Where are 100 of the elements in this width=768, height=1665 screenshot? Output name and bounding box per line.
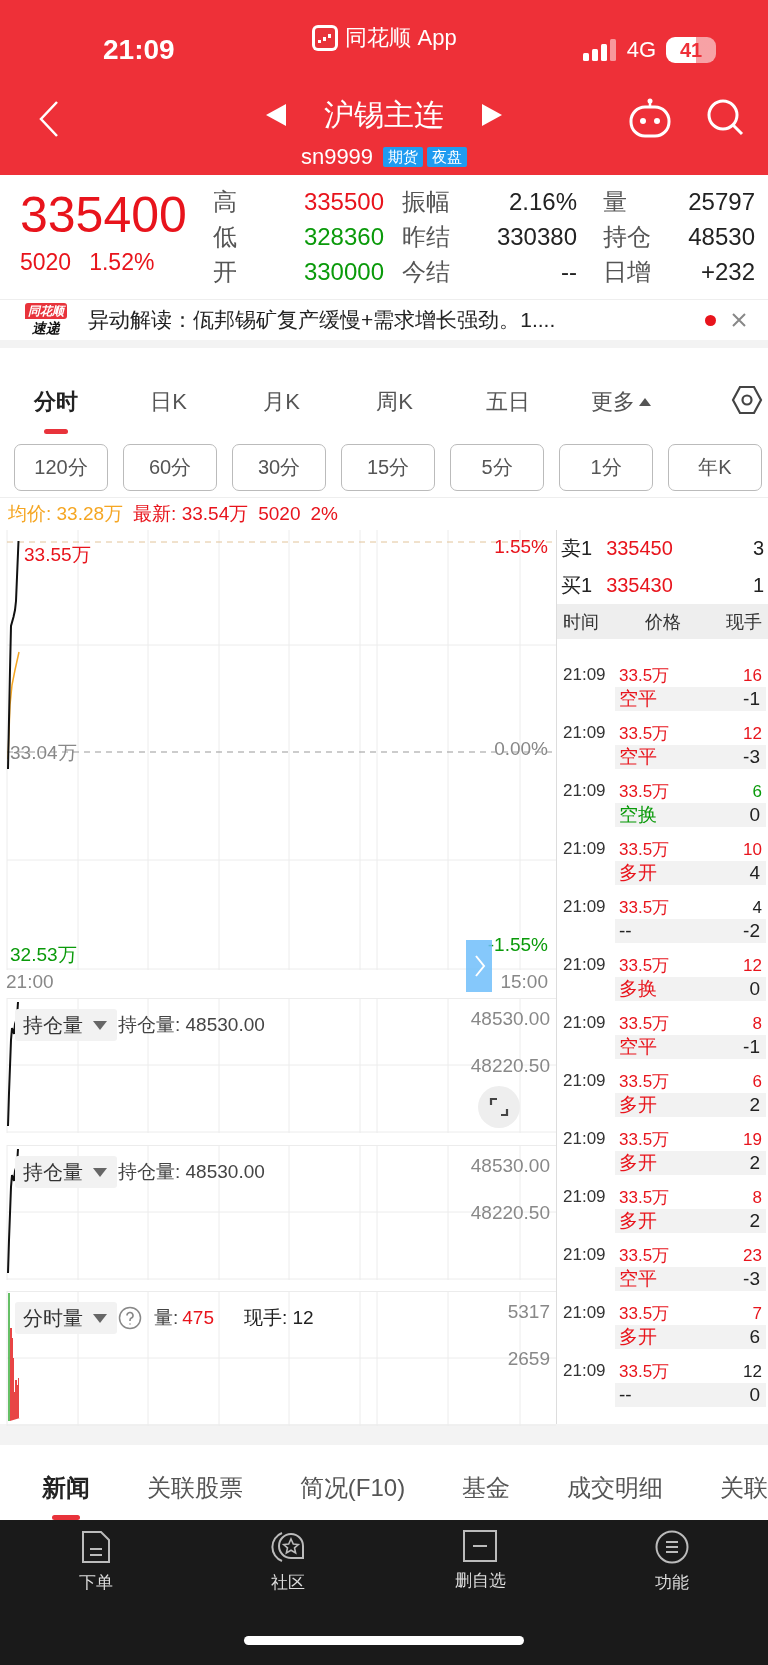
- chart-tab[interactable]: 周K: [338, 348, 451, 440]
- axis-label: 33.04万: [10, 742, 77, 764]
- news-headline[interactable]: 异动解读：佤邦锡矿复产缓慢+需求增长强劲。1....: [88, 306, 705, 334]
- document-icon[interactable]: [81, 1530, 111, 1564]
- axis-label: 48530.00: [470, 1008, 550, 1030]
- chart-tab[interactable]: 日K: [112, 348, 225, 440]
- current-hand-reading: 现手: 12: [244, 1306, 314, 1330]
- clock-time: 21:09: [102, 33, 176, 67]
- trade-volume: 7: [752, 1303, 762, 1325]
- trade-time: 21:09: [562, 664, 607, 686]
- star-badge-icon[interactable]: [270, 1530, 306, 1564]
- chart-tab[interactable]: 五日: [451, 348, 564, 440]
- position-change: 2: [749, 1151, 760, 1175]
- order-side: 买1: [561, 573, 593, 598]
- tag: 期货: [383, 147, 424, 167]
- robot-icon[interactable]: [628, 98, 672, 138]
- section-tab[interactable]: 简况(F10): [299, 1445, 406, 1520]
- stat-value: 48530: [687, 222, 755, 251]
- back-icon[interactable]: [38, 100, 60, 138]
- period-button[interactable]: 年K: [668, 444, 762, 491]
- indicator-reading: 持仓量: 48530.00: [118, 1160, 265, 1184]
- trade-price: 33.5万: [619, 1129, 670, 1151]
- trade-time: 21:09: [562, 954, 607, 976]
- trade-volume: 16: [743, 665, 762, 687]
- trade-price: 33.5万: [619, 665, 670, 687]
- chart-tab[interactable]: 分时: [0, 348, 112, 440]
- menu-icon[interactable]: [655, 1530, 689, 1564]
- nav-label[interactable]: 功能: [655, 1572, 689, 1594]
- trade-time: 21:09: [562, 1244, 607, 1266]
- order-quantity: 3: [752, 537, 764, 560]
- trade-time: 21:09: [562, 780, 607, 802]
- trade-type: 多开: [619, 1209, 657, 1233]
- axis-label: 2659: [507, 1348, 550, 1370]
- chart-tab[interactable]: 更多: [564, 348, 677, 440]
- period-button[interactable]: 1分: [559, 444, 653, 491]
- axis-label: 48220.50: [470, 1202, 550, 1224]
- previous-icon[interactable]: [266, 104, 286, 126]
- network-label: 4G: [626, 37, 656, 63]
- stat-label: 昨结: [401, 221, 451, 252]
- trade-type: 空平: [619, 687, 657, 711]
- stat-value: 330380: [495, 222, 577, 251]
- stat-value: 2.16%: [507, 187, 577, 216]
- trade-volume: 23: [743, 1245, 762, 1267]
- position-change: -3: [743, 745, 760, 769]
- nav-label[interactable]: 下单: [79, 1572, 113, 1594]
- trade-type: 空平: [619, 1035, 657, 1059]
- tag: 夜盘: [427, 147, 468, 167]
- order-side: 卖1: [561, 536, 593, 561]
- last-price: 335400: [20, 186, 188, 245]
- trade-type: 多开: [619, 1325, 657, 1349]
- trade-volume: 12: [743, 955, 762, 977]
- indicator-selector[interactable]: 持仓量: [15, 1156, 117, 1188]
- trade-volume: 12: [743, 1361, 762, 1383]
- stat-value: 330000: [302, 257, 384, 286]
- axis-label: 32.53万: [10, 944, 77, 966]
- volume-label: 量:: [154, 1306, 179, 1330]
- trade-price: 33.5万: [619, 1361, 670, 1383]
- section-tab[interactable]: 关联股票: [146, 1445, 243, 1520]
- close-icon[interactable]: [732, 313, 746, 327]
- period-button[interactable]: 5分: [450, 444, 544, 491]
- chart-tab[interactable]: 月K: [225, 348, 338, 440]
- minus-box-icon[interactable]: [463, 1530, 497, 1562]
- position-change: 0: [749, 1383, 760, 1407]
- latest-price: 最新: 33.54万: [133, 502, 249, 526]
- help-icon[interactable]: [118, 1306, 142, 1330]
- fullscreen-icon: [489, 1097, 509, 1117]
- position-change: -3: [743, 1267, 760, 1291]
- section-tab[interactable]: 关联: [719, 1445, 768, 1520]
- stat-label: 量: [602, 186, 628, 217]
- period-button[interactable]: 60分: [123, 444, 217, 491]
- section-tab[interactable]: 成交明细: [567, 1445, 664, 1520]
- position-change: 0: [749, 977, 760, 1001]
- trade-type: --: [619, 1383, 632, 1407]
- position-change: 6: [749, 1325, 760, 1349]
- next-icon[interactable]: [482, 104, 502, 126]
- nav-label[interactable]: 社区: [271, 1572, 305, 1594]
- indicator-selector[interactable]: 持仓量: [15, 1009, 117, 1041]
- dropdown-icon: [93, 1020, 107, 1030]
- period-button[interactable]: 120分: [14, 444, 108, 491]
- settings-icon[interactable]: [731, 385, 763, 415]
- column-header: 现手: [726, 610, 762, 634]
- axis-label: 1.55%: [494, 536, 548, 558]
- stat-label: 今结: [401, 256, 451, 287]
- section-tab[interactable]: 基金: [462, 1445, 511, 1520]
- nav-label[interactable]: 删自选: [454, 1570, 506, 1592]
- change-percent: 1.52%: [89, 248, 155, 277]
- time-label: 15:00: [500, 970, 548, 994]
- fullscreen-button[interactable]: [478, 1086, 520, 1128]
- position-change: -1: [743, 1035, 760, 1059]
- trade-time: 21:09: [562, 722, 607, 744]
- period-button[interactable]: 15分: [341, 444, 435, 491]
- period-button[interactable]: 30分: [232, 444, 326, 491]
- trade-time: 21:09: [562, 1012, 607, 1034]
- trade-price: 33.5万: [619, 1071, 670, 1093]
- section-tab[interactable]: 新闻: [42, 1445, 90, 1520]
- trade-time: 21:09: [562, 838, 607, 860]
- indicator-selector[interactable]: 分时量: [15, 1302, 117, 1334]
- trade-time: 21:09: [562, 1186, 607, 1208]
- trade-volume: 8: [752, 1013, 762, 1035]
- search-icon[interactable]: [706, 98, 744, 136]
